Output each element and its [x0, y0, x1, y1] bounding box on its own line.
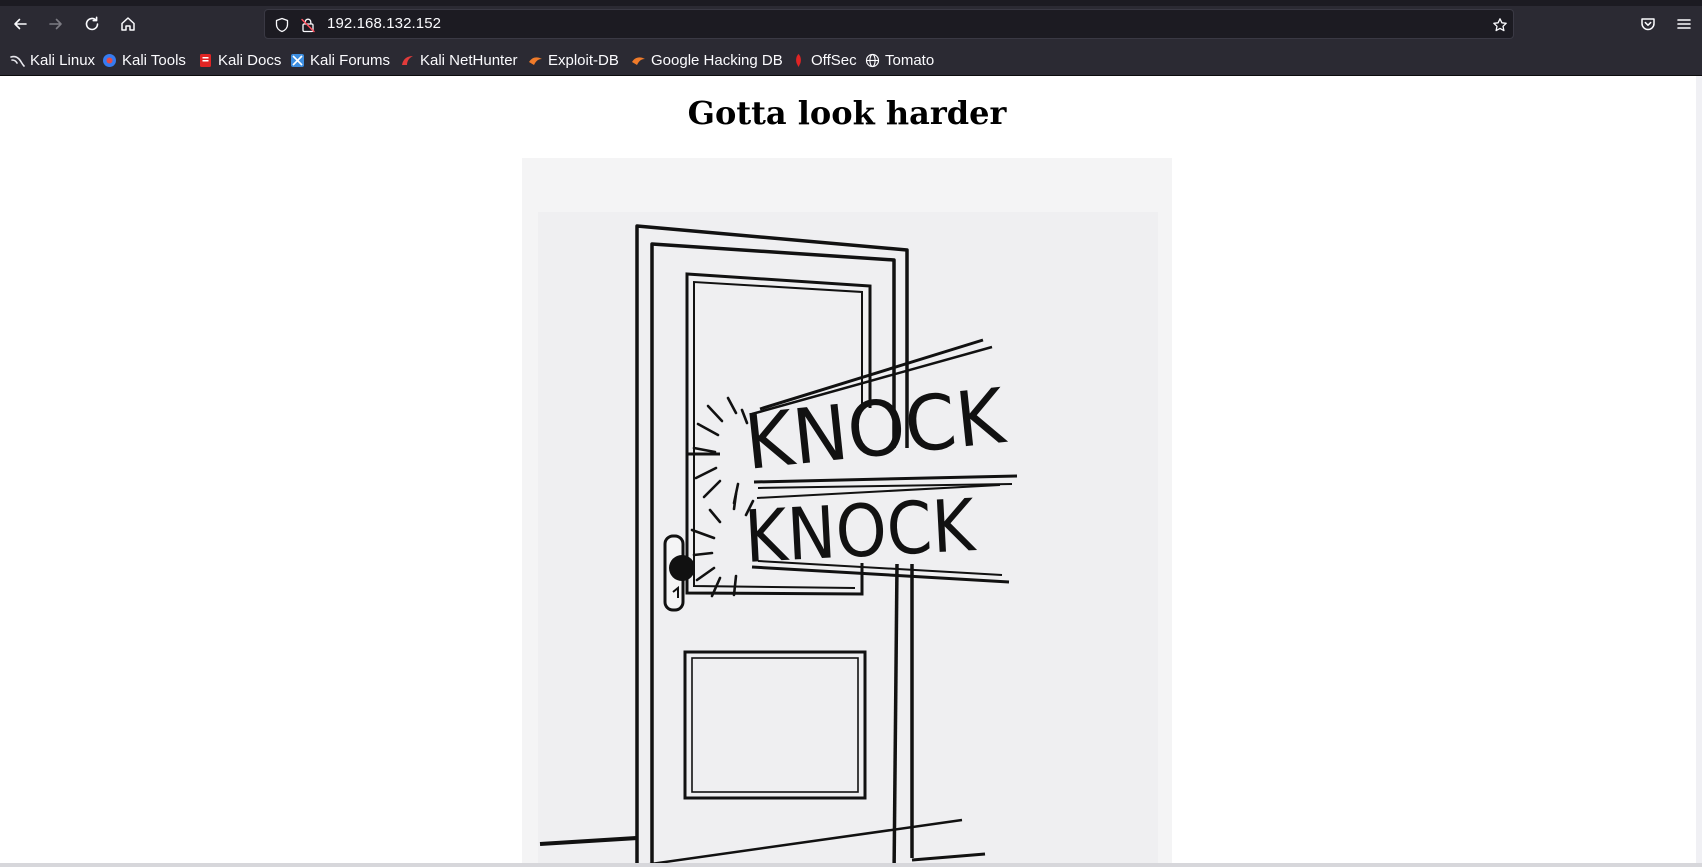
bookmark-kali-nethunter[interactable]: Kali NetHunter: [400, 50, 518, 70]
reload-icon: [85, 16, 99, 31]
bookmark-star-icon[interactable]: [1491, 16, 1509, 34]
hamburger-menu-icon: [1677, 19, 1691, 29]
page-content: Gotta look harder KNOCK KNOCK: [0, 76, 1702, 867]
kali-forums-icon: [290, 53, 305, 68]
browser-chrome: 192.168.132.152 Kali Linux Kali Tools Ka…: [0, 0, 1702, 76]
bookmark-label: Kali Forums: [310, 51, 391, 69]
insecure-lock-icon[interactable]: [299, 16, 317, 34]
bookmark-label: Google Hacking DB: [651, 51, 783, 69]
bookmark-kali-linux[interactable]: Kali Linux: [10, 50, 95, 70]
bookmark-label: Kali Docs: [218, 51, 282, 69]
bookmark-label: OffSec: [811, 51, 857, 69]
bookmark-label: Tomato: [885, 51, 935, 69]
back-button[interactable]: [4, 8, 36, 40]
bookmark-tomato[interactable]: Tomato: [865, 50, 934, 70]
back-arrow-icon: [14, 18, 27, 30]
pocket-icon: [1641, 18, 1655, 31]
bookmark-label: Kali NetHunter: [420, 51, 518, 69]
bookmark-exploit-db[interactable]: Exploit-DB: [528, 50, 619, 70]
knock-knock-door-image: KNOCK KNOCK: [522, 158, 1172, 867]
bookmark-google-hacking-db[interactable]: Google Hacking DB: [631, 50, 783, 70]
kali-docs-icon: [198, 53, 213, 68]
kali-tools-icon: [102, 53, 117, 68]
reload-button[interactable]: [76, 8, 108, 40]
page-heading: Gotta look harder: [687, 94, 1007, 132]
bookmark-kali-docs[interactable]: Kali Docs: [198, 50, 281, 70]
knock-text: KNOCK: [742, 483, 978, 579]
home-icon: [121, 17, 135, 31]
bookmarks-toolbar: Kali Linux Kali Tools Kali Docs Kali For…: [0, 44, 1702, 76]
url-text[interactable]: 192.168.132.152: [327, 15, 441, 32]
nethunter-icon: [400, 53, 415, 68]
offsec-icon: [791, 53, 806, 68]
shield-icon[interactable]: [273, 16, 291, 34]
bookmark-label: Kali Tools: [122, 51, 186, 69]
kali-dragon-icon: [10, 53, 25, 68]
navigation-toolbar: 192.168.132.152: [0, 6, 1702, 42]
bookmark-kali-forums[interactable]: Kali Forums: [290, 50, 390, 70]
forward-arrow-icon: [49, 18, 62, 30]
forward-button[interactable]: [40, 8, 72, 40]
address-bar[interactable]: 192.168.132.152: [264, 9, 1514, 39]
app-menu-button[interactable]: [1668, 8, 1700, 40]
bookmark-label: Exploit-DB: [548, 51, 619, 69]
pocket-button[interactable]: [1632, 8, 1664, 40]
globe-icon: [865, 53, 880, 68]
bookmark-kali-tools[interactable]: Kali Tools: [102, 50, 186, 70]
exploit-db-icon: [528, 53, 543, 68]
bookmark-offsec[interactable]: OffSec: [791, 50, 857, 70]
vertical-scrollbar[interactable]: [1696, 76, 1702, 867]
ghdb-icon: [631, 53, 646, 68]
bookmark-label: Kali Linux: [30, 51, 96, 69]
home-button[interactable]: [112, 8, 144, 40]
window-bottom-edge: [0, 863, 1702, 867]
